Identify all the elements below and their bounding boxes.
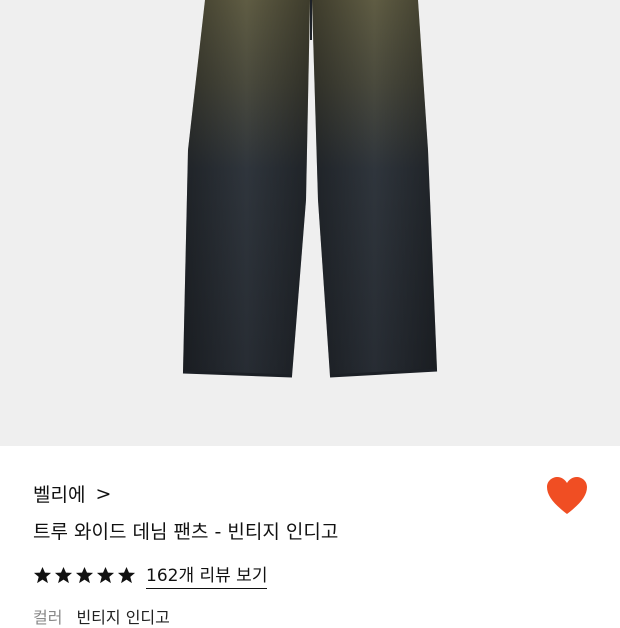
- brand-name: 벨리에: [33, 484, 86, 506]
- star-icon: [33, 566, 52, 583]
- star-icon: [96, 566, 115, 583]
- color-option-row: 컬러 빈티지 인디고: [33, 604, 170, 628]
- product-info: 벨리에 > 트루 와이드 데님 팬츠 - 빈티지 인디고 162개 리뷰 보기 …: [0, 446, 620, 627]
- brand-link[interactable]: 벨리에 >: [33, 480, 111, 507]
- star-icon: [54, 566, 73, 583]
- product-title: 트루 와이드 데님 팬츠 - 빈티지 인디고: [33, 521, 339, 543]
- star-icon: [75, 566, 94, 583]
- rating-row: 162개 리뷰 보기: [33, 561, 268, 589]
- jeans-image: [182, 0, 438, 378]
- color-value: 빈티지 인디고: [76, 608, 170, 627]
- reviews-link[interactable]: 162개 리뷰 보기: [146, 561, 268, 589]
- heart-icon[interactable]: [546, 476, 588, 516]
- chevron-right-icon: >: [95, 482, 112, 505]
- color-label: 컬러: [33, 608, 63, 627]
- star-icon: [117, 566, 136, 583]
- rating-stars: [33, 566, 136, 585]
- product-image[interactable]: [0, 0, 620, 446]
